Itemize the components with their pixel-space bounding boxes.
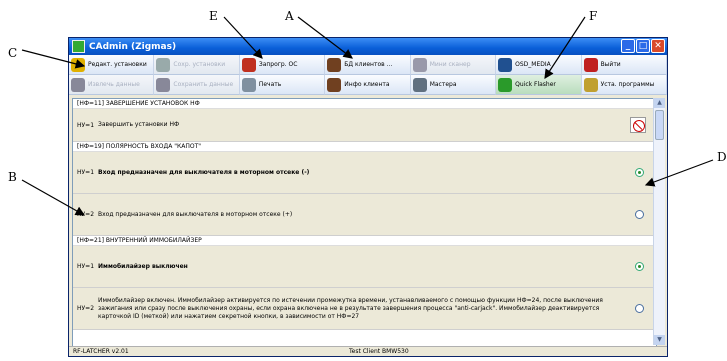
toolbar-exit-button[interactable]: Выйти (581, 55, 667, 75)
setting-code: НУ=1 (77, 121, 95, 129)
window-title: CAdmin (Zigmas) (89, 41, 177, 52)
media-icon (498, 57, 513, 72)
window-controls: _ □ ✕ (621, 39, 665, 53)
vertical-scrollbar[interactable]: ▲ ▼ (653, 98, 665, 345)
toolbar-clients-db-button[interactable]: БД клиентов ... (325, 55, 411, 75)
program-settings-icon (583, 77, 598, 92)
toolbar-quick-flasher-button[interactable]: Quick Flasher (496, 75, 582, 95)
setting-row[interactable]: НУ=2 Иммобилайзер включен. Иммобилайзер … (73, 288, 656, 330)
client-info-icon (327, 77, 342, 92)
app-window: CAdmin (Zigmas) _ □ ✕ Редакт. установки … (68, 37, 668, 357)
toolbar-button-label: Мини сканер (429, 61, 471, 68)
save-data-icon (156, 77, 171, 92)
minimize-icon[interactable]: _ (621, 39, 635, 53)
toolbar: Редакт. установки Сохр. установки Запрог… (69, 55, 667, 95)
close-icon[interactable]: ✕ (651, 39, 665, 53)
setting-row[interactable]: НУ=1 Завершить установки НФ (73, 109, 656, 142)
annotation-a: A (285, 9, 294, 23)
toolbar-button-label: Сохр. установки (173, 61, 226, 68)
setting-text: Вход предназначен для выключателя в мото… (98, 168, 310, 176)
radio-unselected[interactable] (635, 304, 644, 313)
toolbar-button-label: Мастера (429, 81, 457, 88)
settings-list[interactable]: [НФ=11] ЗАВЕРШЕНИЕ УСТАНОВОК НФ НУ=1 Зав… (72, 98, 657, 347)
toolbar-button-label: OSD_MEDIA (515, 61, 551, 68)
setting-text: Иммобилайзер включен. Иммобилайзер актив… (98, 296, 603, 320)
save-gears-icon (156, 57, 171, 72)
radio-selected[interactable] (635, 262, 644, 271)
toolbar-button-label: Выйти (600, 61, 621, 68)
toolbar-button-label: Печать (258, 81, 282, 88)
radio-selected[interactable] (635, 168, 644, 177)
setting-text: Иммобилайзер выключен (98, 262, 188, 270)
toolbar-wizards-button[interactable]: Мастера (410, 75, 497, 95)
exit-icon (583, 57, 598, 72)
setting-code: НУ=2 (77, 211, 95, 218)
toolbar-extract-data-button[interactable]: Извлечь данные (69, 75, 155, 95)
quick-flasher-icon (498, 77, 513, 92)
gears-icon (71, 57, 85, 72)
section-header: [НФ=21] ВНУТРЕННИЙ ИММОБИЛАЙЗЕР (73, 236, 656, 246)
toolbar-program-settings-button[interactable]: Уста. программы (581, 75, 667, 95)
setting-code: НУ=2 (77, 305, 95, 312)
toolbar-button-label: Извлечь данные (88, 81, 140, 88)
annotation-d: D (717, 150, 727, 164)
toolbar-print-button[interactable]: Печать (239, 75, 326, 95)
status-client: Test Client BMW530 (349, 348, 409, 355)
title-bar[interactable]: CAdmin (Zigmas) _ □ ✕ (69, 38, 667, 55)
toolbar-button-label: Quick Flasher (515, 81, 556, 88)
toolbar-button-label: Инфо клиента (344, 81, 390, 88)
setting-text: Вход предназначен для выключателя в мото… (98, 210, 293, 218)
setting-code: НУ=1 (77, 263, 95, 270)
toolbar-osd-media-button[interactable]: OSD_MEDIA (496, 55, 582, 75)
section-header: [НФ=19] ПОЛЯРНОСТЬ ВХОДА "КАПОТ" (73, 142, 656, 152)
toolbar-save-data-button[interactable]: Сохранить данные (154, 75, 240, 95)
toolbar-client-info-button[interactable]: Инфо клиента (325, 75, 411, 95)
setting-row[interactable]: НУ=1 Вход предназначен для выключателя в… (73, 152, 656, 194)
toolbar-edit-settings-button[interactable]: Редакт. установки (69, 55, 155, 75)
toolbar-mini-scanner-button[interactable]: Мини сканер (410, 55, 497, 75)
program-device-icon (241, 57, 256, 72)
toolbar-button-label: Запрогр. ОС (258, 61, 298, 68)
toolbar-save-settings-button[interactable]: Сохр. установки (154, 55, 240, 75)
setting-row[interactable]: НУ=1 Иммобилайзер выключен (73, 246, 656, 288)
scanner-icon (412, 57, 427, 72)
extract-icon (71, 77, 85, 92)
wizard-icon (412, 77, 427, 92)
toolbar-button-label: БД клиентов ... (344, 61, 393, 68)
annotation-c: C (8, 46, 18, 60)
toolbar-button-label: Редакт. установки (88, 61, 147, 68)
annotation-e: E (209, 9, 218, 23)
toolbar-button-label: Сохранить данные (173, 81, 234, 88)
scroll-up-icon[interactable]: ▲ (654, 98, 665, 108)
setting-text: Завершить установки НФ (98, 121, 180, 128)
maximize-icon[interactable]: □ (636, 39, 650, 53)
setting-row[interactable]: НУ=2 Вход предназначен для выключателя в… (73, 194, 656, 236)
scroll-thumb[interactable] (655, 110, 664, 140)
toolbar-button-label: Уста. программы (600, 81, 655, 88)
toolbar-program-os-button[interactable]: Запрогр. ОС (239, 55, 326, 75)
radio-unselected[interactable] (635, 210, 644, 219)
status-version: RF-LATCHER v2.01 (73, 348, 129, 355)
annotation-b: B (8, 170, 17, 184)
setting-code: НУ=1 (77, 169, 95, 176)
clients-db-icon (327, 57, 342, 72)
section-header: [НФ=11] ЗАВЕРШЕНИЕ УСТАНОВОК НФ (73, 99, 656, 109)
scroll-down-icon[interactable]: ▼ (654, 335, 665, 345)
annotation-f: F (589, 9, 598, 23)
status-bar: RF-LATCHER v2.01 Test Client BMW530 (69, 346, 667, 356)
app-icon (72, 40, 85, 53)
printer-icon (241, 77, 256, 92)
no-entry-icon[interactable] (630, 117, 646, 133)
